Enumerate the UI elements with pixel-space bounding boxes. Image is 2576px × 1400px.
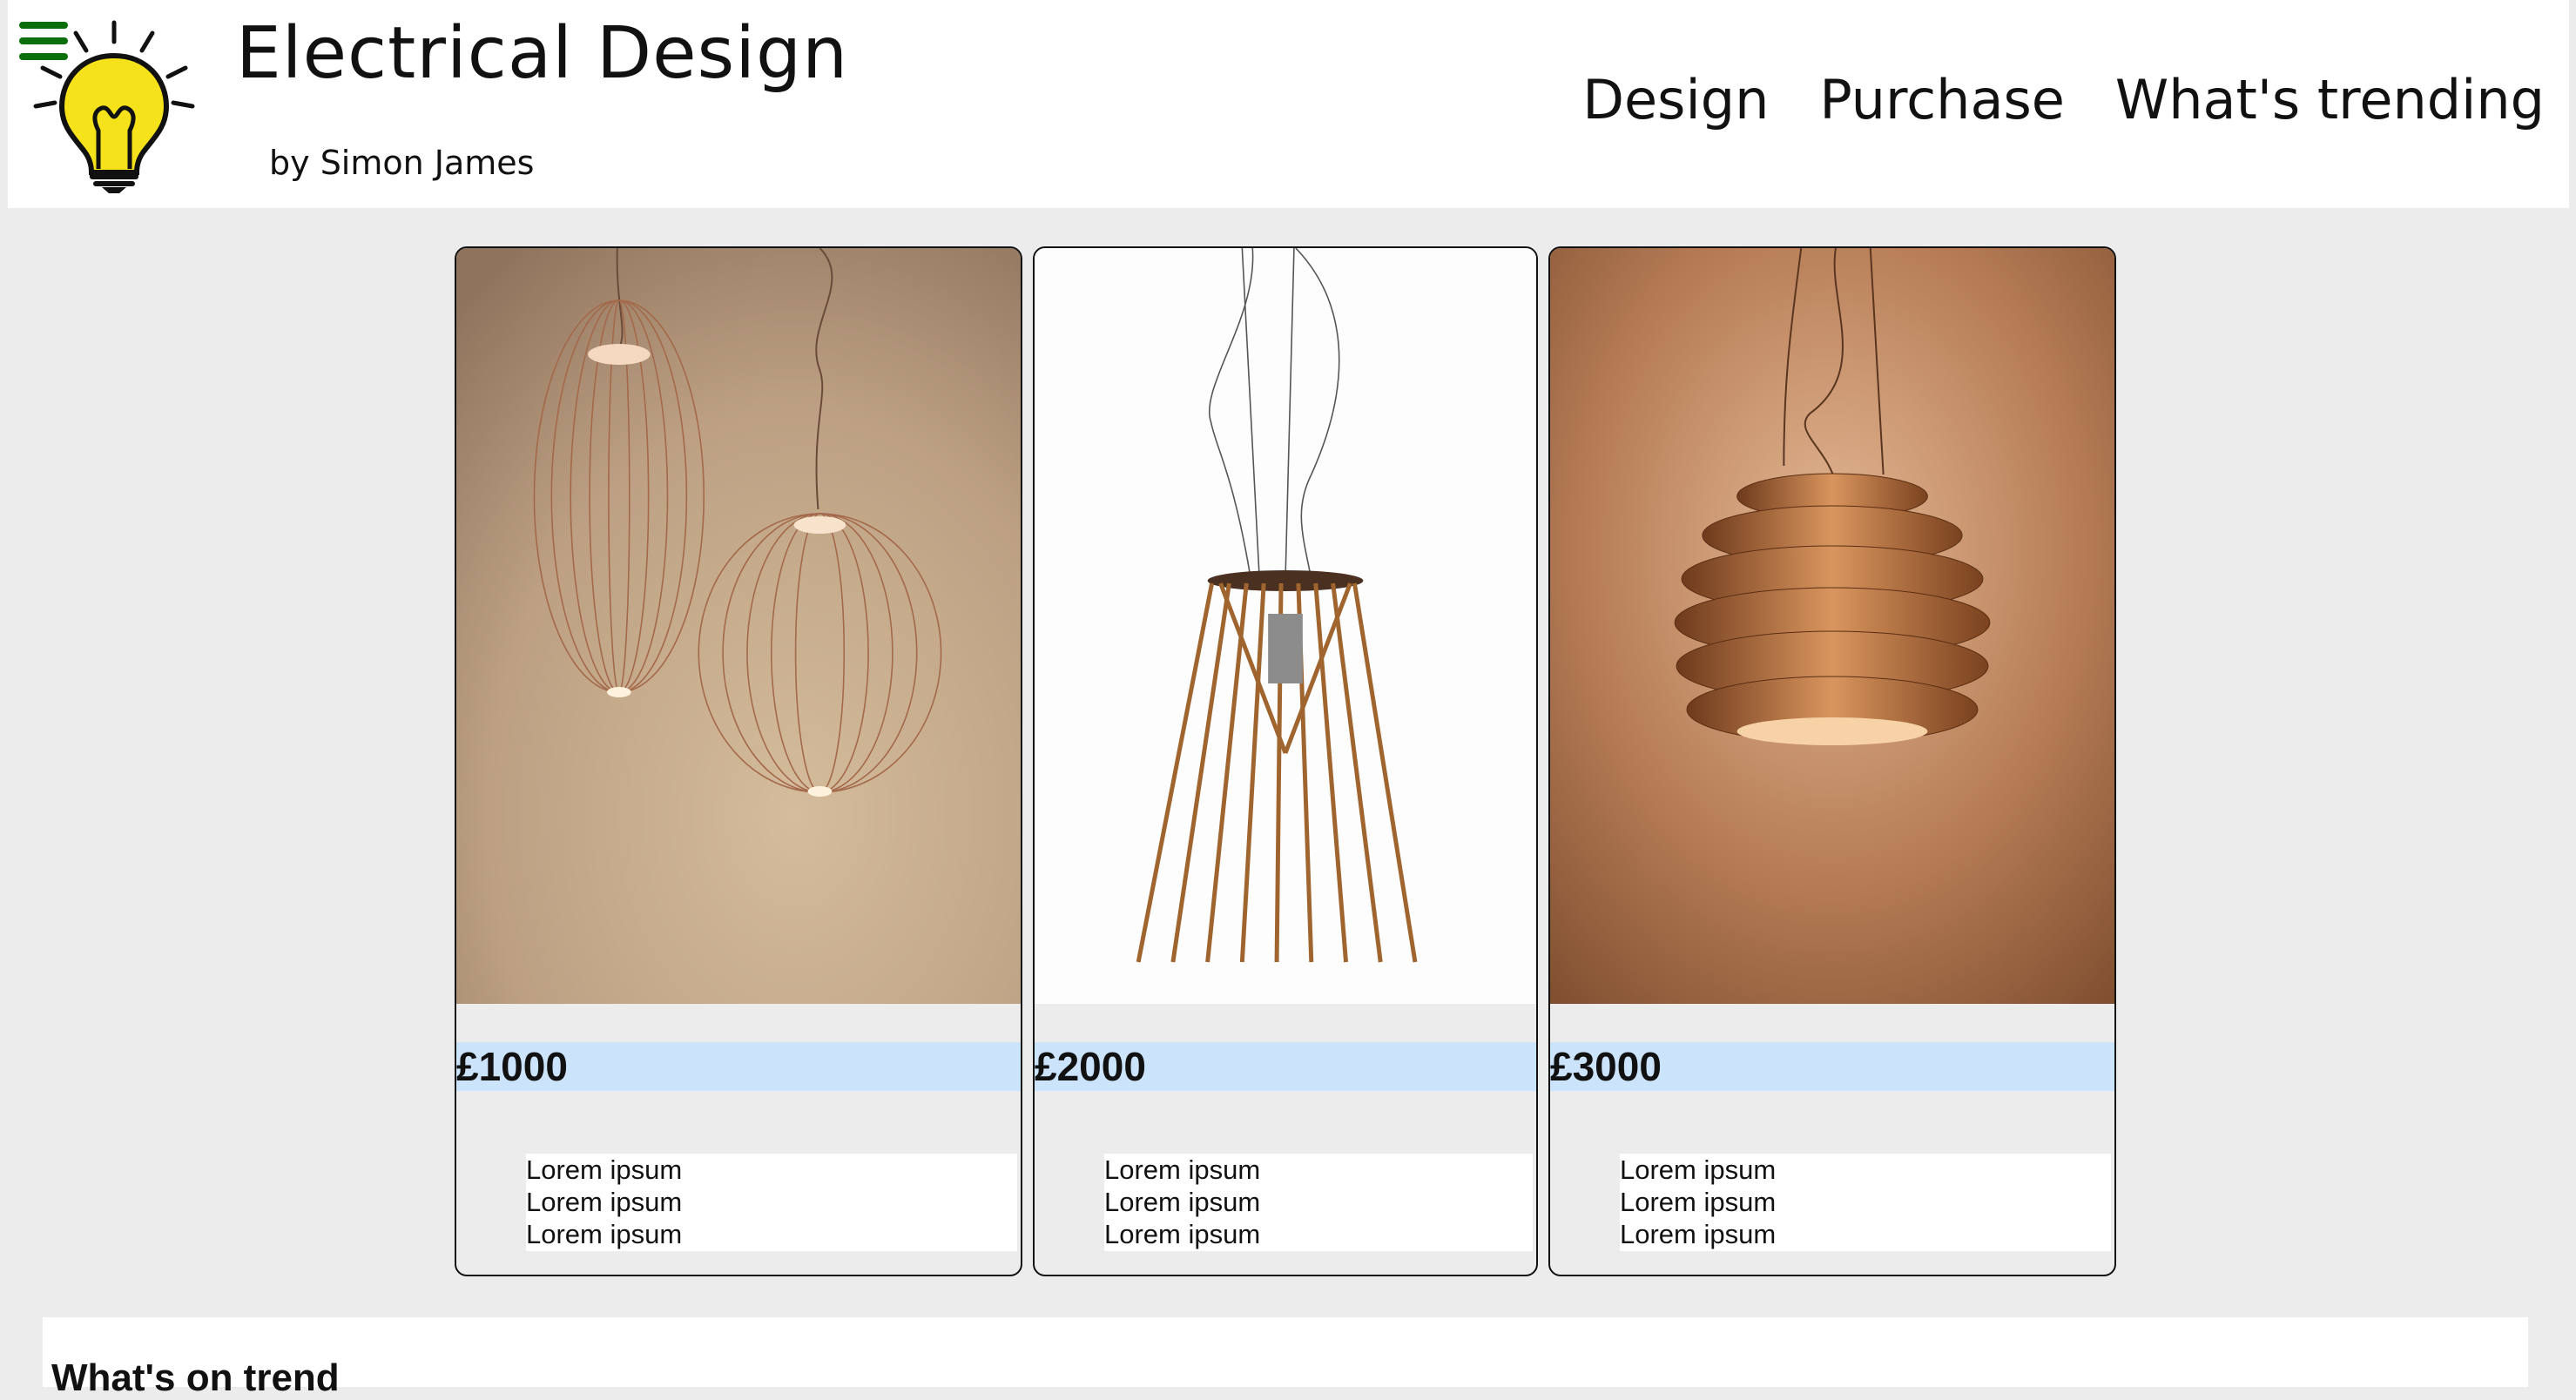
hamburger-menu-icon[interactable]: [19, 15, 68, 60]
description-line: Lorem ipsum: [526, 1219, 683, 1249]
product-card[interactable]: £2000 Lorem ipsum Lorem ipsum Lorem ipsu…: [1033, 246, 1538, 1276]
main-nav: Design Purchase What's trending: [1582, 68, 2545, 131]
product-description: Lorem ipsum Lorem ipsum Lorem ipsum: [526, 1154, 1017, 1251]
description-line: Lorem ipsum: [526, 1187, 683, 1217]
product-image-layered-pendant: [1550, 248, 2114, 1004]
nav-link-purchase[interactable]: Purchase: [1819, 68, 2065, 131]
description-line: Lorem ipsum: [1104, 1154, 1261, 1185]
product-card[interactable]: £3000 Lorem ipsum Lorem ipsum Lorem ipsu…: [1548, 246, 2116, 1276]
product-card[interactable]: £1000 Lorem ipsum Lorem ipsum Lorem ipsu…: [455, 246, 1022, 1276]
trend-heading: What's on trend: [51, 1356, 340, 1399]
product-price: £2000: [1035, 1042, 1536, 1091]
product-image-hourglass-pendant: [1035, 248, 1536, 1004]
product-image-spokes-pendants: [456, 248, 1021, 1004]
description-line: Lorem ipsum: [1104, 1187, 1261, 1217]
nav-link-design[interactable]: Design: [1582, 68, 1769, 131]
description-line: Lorem ipsum: [1620, 1219, 1777, 1249]
description-line: Lorem ipsum: [526, 1154, 683, 1185]
nav-link-whats-trending[interactable]: What's trending: [2115, 68, 2545, 131]
description-line: Lorem ipsum: [1104, 1219, 1261, 1249]
description-line: Lorem ipsum: [1620, 1187, 1777, 1217]
description-line: Lorem ipsum: [1620, 1154, 1777, 1185]
site-byline: by Simon James: [269, 144, 535, 182]
product-price: £1000: [456, 1042, 1021, 1091]
trend-section: What's on trend: [43, 1317, 2528, 1399]
site-header: Electrical Design by Simon James Design …: [8, 0, 2569, 208]
site-title: Electrical Design: [236, 12, 849, 95]
product-description: Lorem ipsum Lorem ipsum Lorem ipsum: [1104, 1154, 1533, 1251]
product-description: Lorem ipsum Lorem ipsum Lorem ipsum: [1620, 1154, 2111, 1251]
product-price: £3000: [1550, 1042, 2114, 1091]
